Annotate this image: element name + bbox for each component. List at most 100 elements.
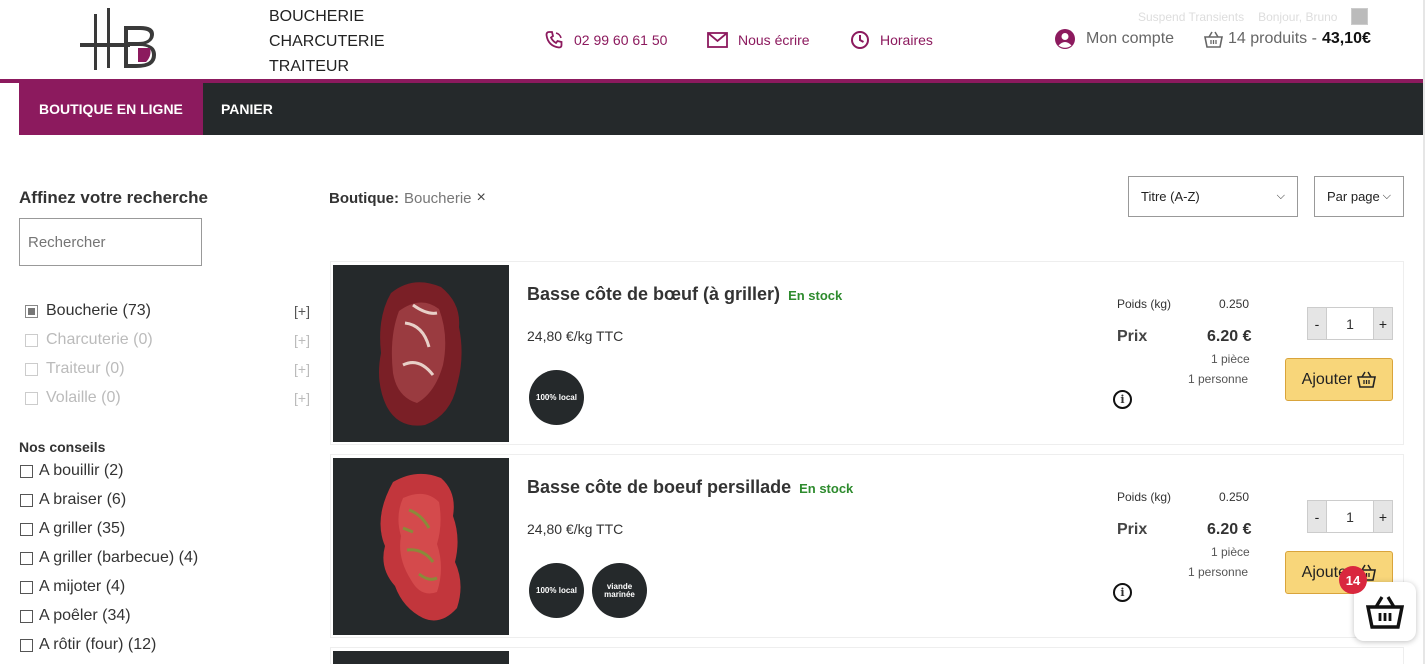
search-input[interactable]	[19, 218, 202, 266]
suspend-transients-link[interactable]: Suspend Transients	[1138, 10, 1244, 24]
weight-value: 0.250	[1219, 490, 1250, 504]
floating-cart-button[interactable]	[1354, 582, 1416, 641]
clock-icon	[851, 31, 869, 49]
stock-status: En stock	[788, 288, 843, 303]
tip-label: A bouillir (2)	[39, 462, 124, 479]
product-card: Basse côte de boeuf persillade En stock …	[330, 454, 1404, 638]
product-image[interactable]	[333, 265, 509, 442]
category-checkbox[interactable]	[25, 304, 38, 318]
hours-link[interactable]: Horaires	[850, 30, 933, 50]
sort-select[interactable]: Titre (A-Z) ⌵	[1128, 176, 1298, 217]
category-checkbox[interactable]	[25, 333, 38, 347]
weight-label: Poids (kg)	[1117, 490, 1172, 504]
tip-checkbox[interactable]	[20, 638, 33, 652]
product-title[interactable]: Basse côte de boeuf persillade En stock	[527, 477, 853, 498]
category-checkbox[interactable]	[25, 362, 38, 376]
user-icon	[1055, 29, 1075, 49]
contact-link[interactable]: Nous écrire	[707, 30, 810, 50]
product-title[interactable]: Basse côte de bœuf (à griller) En stock	[527, 284, 842, 305]
contact-label: Nous écrire	[738, 32, 810, 48]
tip-checkbox[interactable]	[20, 609, 33, 623]
tip-braiser[interactable]: A braiser (6)	[20, 490, 126, 510]
category-boucherie[interactable]: Boucherie (73) [+]	[25, 301, 310, 321]
price-value: 6.20 €	[1207, 328, 1252, 345]
expand-toggle[interactable]: [+]	[294, 332, 310, 348]
brand-text: BOUCHERIE CHARCUTERIE TRAITEUR	[269, 4, 385, 79]
breadcrumb-label: Boutique:	[329, 189, 399, 207]
tip-checkbox[interactable]	[20, 464, 33, 478]
basket-icon	[1204, 31, 1223, 48]
product-image[interactable]	[333, 458, 509, 635]
nav-shop[interactable]: BOUTIQUE EN LIGNE	[19, 83, 203, 135]
tip-label: A mijoter (4)	[39, 578, 126, 595]
breadcrumb-value: Boucherie	[403, 189, 472, 207]
category-label: Boucherie (73)	[46, 302, 151, 319]
tip-label: A braiser (6)	[39, 491, 127, 508]
unit-price: 24,80 €/kg TTC	[527, 521, 624, 537]
tip-checkbox[interactable]	[20, 551, 33, 565]
product-card	[330, 647, 1404, 664]
quantity-stepper: - 1 +	[1307, 307, 1393, 340]
tip-checkbox[interactable]	[20, 522, 33, 536]
price-label: Prix	[1117, 521, 1148, 538]
category-label: Charcuterie (0)	[46, 331, 153, 348]
tip-checkbox[interactable]	[20, 493, 33, 507]
badge-marinated: viande marinée	[592, 563, 647, 618]
badge-local: 100% local	[529, 370, 584, 425]
product-name[interactable]: Basse côte de boeuf persillade	[527, 477, 791, 498]
mail-icon	[707, 32, 728, 48]
tip-bouillir[interactable]: A bouillir (2)	[20, 461, 123, 481]
tip-griller[interactable]: A griller (35)	[20, 519, 125, 539]
account-label: Mon compte	[1086, 30, 1175, 47]
tip-poeler[interactable]: A poêler (34)	[20, 606, 131, 626]
tip-label: A griller (35)	[39, 520, 126, 537]
add-to-cart-button[interactable]: Ajouter	[1285, 358, 1393, 401]
quantity-value[interactable]: 1	[1327, 307, 1373, 340]
person-count: 1 personne	[1188, 565, 1249, 579]
close-icon[interactable]: ×	[477, 189, 486, 207]
category-label: Volaille (0)	[46, 389, 121, 406]
expand-toggle[interactable]: [+]	[294, 390, 310, 406]
increment-button[interactable]: +	[1373, 307, 1393, 340]
category-label: Traiteur (0)	[46, 360, 125, 377]
chevron-down-icon: ⌵	[1382, 190, 1391, 202]
price-label: Prix	[1117, 328, 1148, 345]
unit-price: 24,80 €/kg TTC	[527, 328, 624, 344]
increment-button[interactable]: +	[1373, 500, 1393, 533]
admin-avatar[interactable]	[1351, 8, 1369, 25]
decrement-button[interactable]: -	[1307, 307, 1327, 340]
filter-title: Affinez votre recherche	[19, 188, 208, 207]
cart-count: 14 produits -	[1228, 30, 1317, 47]
per-page-select[interactable]: Par page ⌵	[1314, 176, 1404, 217]
quantity-value[interactable]: 1	[1327, 500, 1373, 533]
site-header: BOUCHERIE CHARCUTERIE TRAITEUR 02 99 60 …	[0, 0, 1425, 79]
tip-griller-barbecue[interactable]: A griller (barbecue) (4)	[20, 548, 198, 568]
logo[interactable]	[80, 6, 160, 72]
add-label: Ajouter	[1301, 370, 1353, 388]
decrement-button[interactable]: -	[1307, 500, 1327, 533]
person-count: 1 personne	[1188, 372, 1249, 386]
per-page-value: Par page	[1327, 189, 1380, 204]
product-card: Basse côte de bœuf (à griller) En stock …	[330, 261, 1404, 445]
cart-summary[interactable]: 14 produits - 43,10€	[1204, 30, 1371, 48]
category-volaille[interactable]: Volaille (0) [+]	[25, 388, 310, 408]
basket-icon	[1357, 371, 1377, 388]
expand-toggle[interactable]: [+]	[294, 361, 310, 377]
brand-line-3: TRAITEUR	[269, 58, 349, 75]
info-icon[interactable]: i	[1113, 583, 1132, 602]
category-traiteur[interactable]: Traiteur (0) [+]	[25, 359, 310, 379]
piece-count: 1 pièce	[1211, 545, 1250, 559]
info-icon[interactable]: i	[1113, 390, 1132, 409]
tip-checkbox[interactable]	[20, 580, 33, 594]
tip-mijoter[interactable]: A mijoter (4)	[20, 577, 125, 597]
admin-greeting[interactable]: Bonjour, Bruno	[1258, 10, 1337, 24]
category-charcuterie[interactable]: Charcuterie (0) [+]	[25, 330, 310, 350]
tip-rotir[interactable]: A rôtir (four) (12)	[20, 635, 156, 655]
category-checkbox[interactable]	[25, 391, 38, 405]
account-link[interactable]: Mon compte	[1054, 28, 1174, 50]
product-name[interactable]: Basse côte de bœuf (à griller)	[527, 284, 780, 305]
nav-cart[interactable]: PANIER	[201, 83, 293, 135]
expand-toggle[interactable]: [+]	[294, 303, 310, 319]
phone-link[interactable]: 02 99 60 61 50	[544, 30, 667, 50]
product-image[interactable]	[333, 651, 509, 664]
